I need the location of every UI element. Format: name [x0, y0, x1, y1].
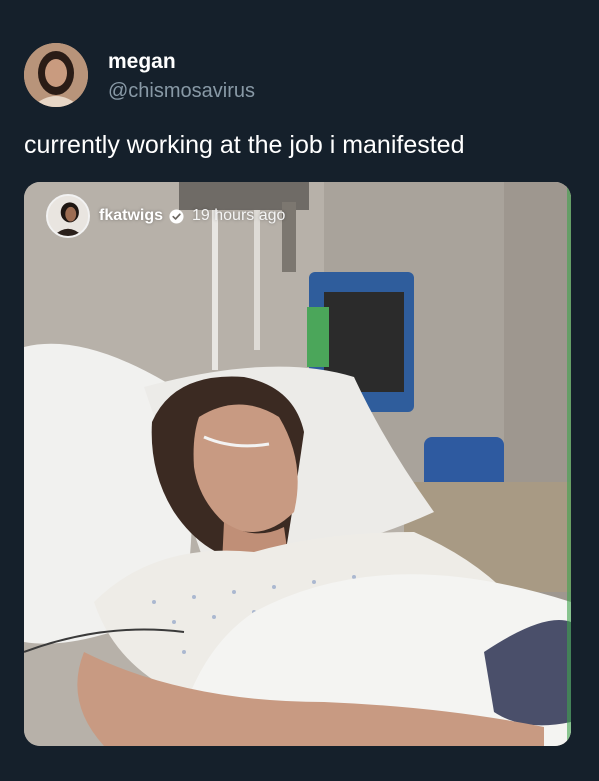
tweet: megan @chismosavirus currently working a…	[0, 0, 599, 781]
hospital-photo	[24, 182, 571, 746]
story-header: fkatwigs 19 hours ago	[46, 192, 285, 240]
user-handle[interactable]: @chismosavirus	[108, 80, 255, 103]
tweet-text: currently working at the job i manifeste…	[24, 131, 465, 159]
avatar-photo	[24, 43, 88, 107]
tweet-media-image[interactable]: fkatwigs 19 hours ago	[24, 182, 571, 746]
story-timestamp: 19 hours ago	[192, 207, 286, 224]
user-avatar[interactable]	[24, 43, 88, 107]
story-avatar[interactable]	[46, 194, 90, 238]
story-avatar-photo	[48, 196, 88, 236]
verified-badge-icon	[169, 208, 184, 224]
story-username[interactable]: fkatwigs	[99, 207, 163, 225]
display-name[interactable]: megan	[108, 50, 176, 74]
